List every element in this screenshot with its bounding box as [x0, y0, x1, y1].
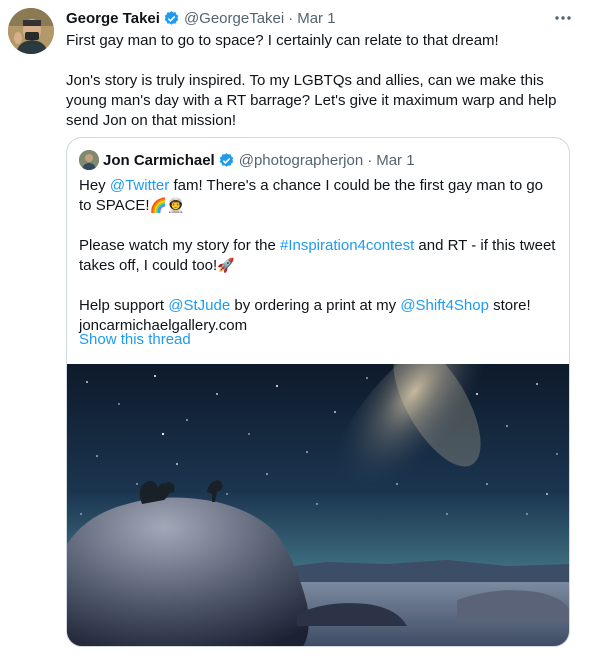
quoted-tweet[interactable]: Jon Carmichael @photographerjon · Mar 1 …: [66, 137, 570, 647]
tweet-header: George Takei @GeorgeTakei · Mar 1: [66, 8, 566, 28]
verified-badge-icon: [163, 10, 180, 27]
author-handle[interactable]: @GeorgeTakei: [184, 10, 284, 27]
rocket-emoji: 🚀: [217, 258, 235, 274]
tweet-date[interactable]: Mar 1: [297, 10, 335, 27]
tweet-text: First gay man to go to space? I certainl…: [66, 31, 566, 131]
quoted-paragraph: Please watch my story for the #Inspirati…: [79, 236, 559, 276]
quoted-author-handle[interactable]: @photographerjon: [239, 152, 363, 169]
quoted-avatar[interactable]: [79, 150, 99, 170]
separator-dot: ·: [367, 151, 373, 169]
avatar[interactable]: [8, 8, 54, 54]
quoted-para3: Help support @StJude by ordering a print…: [79, 297, 531, 314]
milky-way-photo[interactable]: [67, 364, 569, 646]
quoted-tweet-header: Jon Carmichael @photographerjon · Mar 1: [79, 150, 415, 170]
quoted-tweet-date[interactable]: Mar 1: [376, 152, 414, 169]
ellipsis-icon: [554, 8, 572, 26]
quoted-line1: Hey @Twitter fam! There's a chance I cou…: [79, 177, 544, 214]
show-thread-link[interactable]: Show this thread: [79, 330, 191, 350]
tweet[interactable]: George Takei @GeorgeTakei · Mar 1 First …: [0, 0, 596, 658]
more-options-button[interactable]: [552, 8, 574, 26]
separator-dot: ·: [288, 9, 294, 27]
quoted-paragraph: Hey @Twitter fam! There's a chance I cou…: [79, 176, 559, 216]
rainbow-astronaut-emoji: 🌈👨‍🚀: [149, 198, 185, 214]
tweet-paragraph: Jon's story is truly inspired. To my LGB…: [66, 72, 557, 129]
verified-badge-icon: [218, 152, 235, 169]
quoted-author-name[interactable]: Jon Carmichael: [103, 152, 215, 169]
tweet-paragraph: First gay man to go to space? I certainl…: [66, 32, 499, 49]
quoted-para2: Please watch my story for the #Inspirati…: [79, 237, 556, 274]
author-name[interactable]: George Takei: [66, 10, 160, 27]
quoted-tweet-text: Hey @Twitter fam! There's a chance I cou…: [79, 176, 559, 336]
